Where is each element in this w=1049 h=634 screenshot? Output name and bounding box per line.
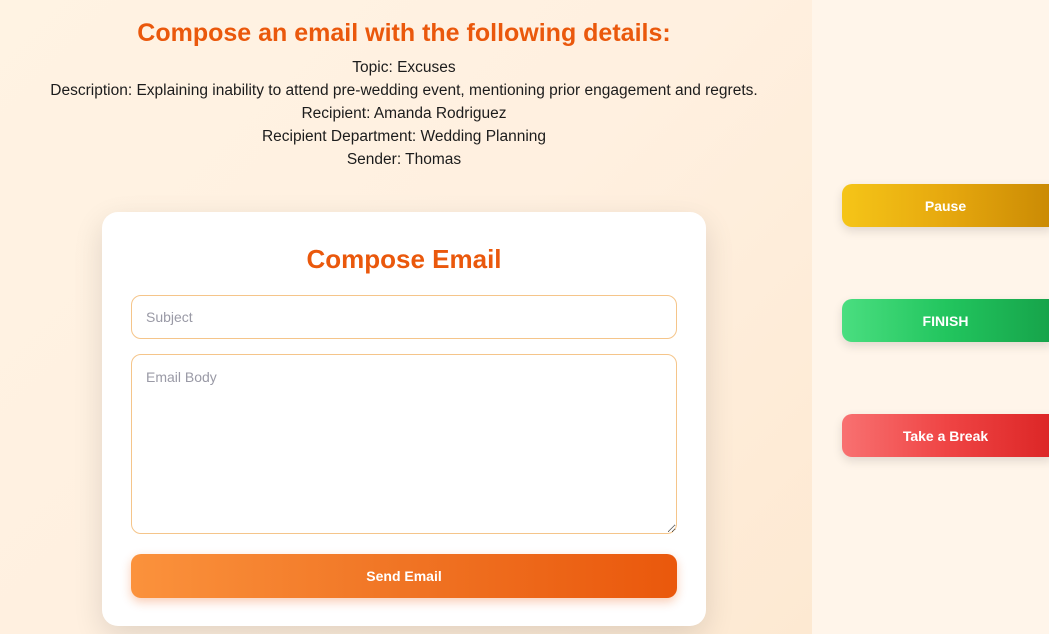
- compose-title: Compose Email: [306, 244, 502, 274]
- send-email-button[interactable]: Send Email: [131, 554, 677, 598]
- pause-button[interactable]: Pause: [842, 184, 1049, 227]
- task-recipient-department: Recipient Department: Wedding Planning: [261, 128, 547, 145]
- compose-card: Compose Email Send Email: [102, 212, 706, 626]
- finish-button[interactable]: FINISH: [842, 299, 1049, 342]
- task-description: Description: Explaining inability to att…: [50, 82, 758, 99]
- main-panel: Compose an email with the following deta…: [0, 0, 812, 634]
- task-details: Topic: Excuses Description: Explaining i…: [0, 56, 808, 171]
- task-topic: Topic: Excuses: [352, 59, 456, 76]
- task-sender: Sender: Thomas: [346, 151, 462, 168]
- task-heading: Compose an email with the following deta…: [137, 19, 671, 47]
- task-recipient: Recipient: Amanda Rodriguez: [301, 105, 507, 122]
- subject-input[interactable]: [131, 295, 677, 339]
- email-body-input[interactable]: [131, 354, 677, 534]
- take-a-break-button[interactable]: Take a Break: [842, 414, 1049, 457]
